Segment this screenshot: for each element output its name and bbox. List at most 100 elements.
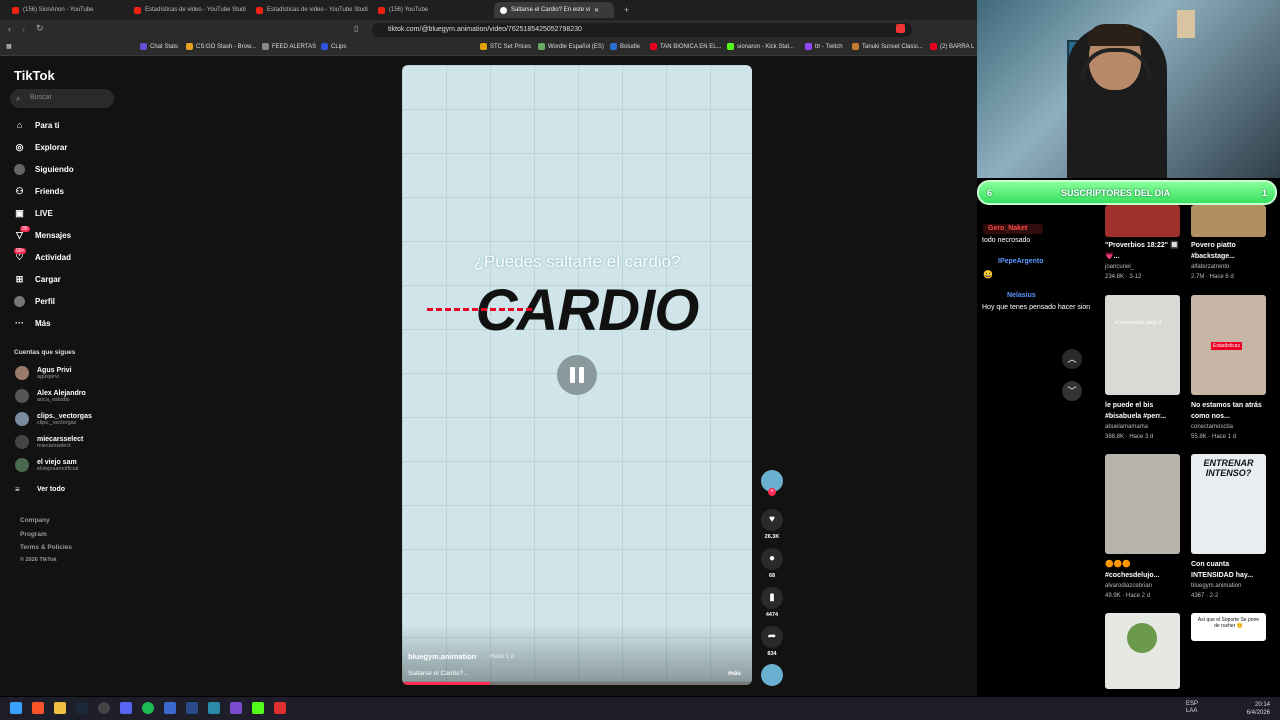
kick-icon[interactable] — [252, 702, 264, 714]
bookmark-item[interactable]: TAN BIONICA EN EL... — [650, 43, 722, 50]
like-button[interactable]: ♥ 26.3K — [760, 509, 784, 540]
bookmark-item[interactable]: sionaron - Kick Stat... — [727, 43, 794, 50]
tab-youtube[interactable]: (156) YouTube — [372, 2, 490, 18]
footer-company[interactable]: Company — [20, 517, 50, 524]
bookmark-item[interactable]: Tanuki Sunset Classi... — [852, 43, 923, 50]
nav-siguiendo[interactable]: Siguiendo — [14, 164, 74, 175]
close-tab-icon[interactable]: ✕ — [594, 7, 599, 14]
video-thumbnail[interactable] — [1105, 454, 1180, 554]
reload-icon[interactable]: ↻ — [36, 23, 44, 34]
clock[interactable]: 20:14 6/4/2026 — [1247, 701, 1270, 717]
followed-account[interactable]: clips._vectorgas clips._vectorgas — [15, 412, 92, 426]
sound-avatar[interactable] — [760, 664, 784, 686]
nav-live[interactable]: ▣ LIVE — [14, 208, 53, 219]
windows-start-icon[interactable] — [10, 702, 22, 714]
new-tab-button[interactable]: + — [618, 2, 632, 18]
app-icon[interactable] — [274, 702, 286, 714]
tab-studio-2[interactable]: Estadísticas de video - YouTube Studi — [250, 2, 368, 18]
tab-youtube-sionanon[interactable]: (156) SionAnon - YouTube — [6, 2, 124, 18]
save-button[interactable]: ▮ 4474 — [760, 587, 784, 618]
video-author[interactable]: bluegym.animation — [408, 652, 476, 661]
followed-account[interactable]: miecarsselect miecarsselect — [15, 435, 83, 449]
bookmark-label: CLips — [331, 43, 347, 50]
thumb-user[interactable]: joancuriel_ — [1105, 264, 1134, 270]
tab-tiktok-active[interactable]: Saltarse el Cardio? En este vi ✕ — [494, 2, 614, 18]
file-explorer-icon[interactable] — [54, 702, 66, 714]
app-icon[interactable] — [164, 702, 176, 714]
spotify-icon[interactable] — [142, 702, 154, 714]
scroll-up-button[interactable]: ︿ — [1062, 349, 1082, 369]
video-thumbnail[interactable]: ENTRENAR INTENSO? — [1191, 454, 1266, 554]
bookmark-icon[interactable]: ▯ — [354, 24, 358, 33]
following-icon — [14, 164, 25, 175]
app-icon[interactable] — [186, 702, 198, 714]
bookmark-item[interactable]: FEED ALERTAS — [262, 43, 316, 50]
follow-plus-icon[interactable]: + — [768, 488, 776, 496]
video-thumbnail[interactable]: el consentido parte 2 — [1105, 295, 1180, 395]
nav-perfil[interactable]: Perfil — [14, 296, 55, 307]
thumb-user[interactable]: conectamoscba — [1191, 424, 1233, 430]
thumb-user[interactable]: abuelamamama — [1105, 424, 1148, 430]
back-icon[interactable]: ‹ — [8, 24, 11, 34]
nav-cargar[interactable]: ⊞ Cargar — [14, 274, 61, 285]
followed-account[interactable]: Alex Alejandro aoca_estudio — [15, 389, 86, 403]
bookmark-item[interactable]: (2) BARRA L — [930, 43, 974, 50]
steam-icon[interactable] — [76, 702, 88, 714]
video-thumbnail[interactable]: Así que el Soporte Se pone de rusher 🤫 — [1191, 613, 1266, 641]
extension-icon[interactable] — [896, 24, 905, 33]
apps-icon[interactable]: ▦ — [6, 43, 12, 50]
creator-avatar[interactable]: + — [760, 470, 784, 496]
followed-account[interactable]: el viejo sam elviejosamofficial — [15, 458, 78, 472]
bookmark-item[interactable]: CS:GO Stash - Brow... — [186, 43, 256, 50]
followed-account[interactable]: Agus Privi aguspirvi — [15, 366, 72, 380]
obs-icon[interactable] — [98, 702, 110, 714]
caption-more-link[interactable]: más — [728, 670, 741, 677]
thumb-description[interactable]: 🟠🟠🟠 #cochesdelujo... — [1105, 559, 1185, 581]
footer-program[interactable]: Program — [20, 531, 47, 538]
search-input[interactable]: Buscar — [10, 89, 114, 108]
discord-icon[interactable] — [120, 702, 132, 714]
tab-studio-1[interactable]: Estadísticas de video - YouTube Studi — [128, 2, 246, 18]
comment-button[interactable]: ● 68 — [760, 548, 784, 579]
nav-mas[interactable]: ··· Más — [14, 318, 51, 329]
thumb-description[interactable]: No estamos tan atrás como nos... — [1191, 400, 1271, 422]
video-thumbnail[interactable]: Estadísticas — [1191, 295, 1266, 395]
brave-browser-icon[interactable] — [32, 702, 44, 714]
nav-friends[interactable]: ⚇ Friends — [14, 186, 63, 197]
share-button[interactable]: ➦ 834 — [760, 626, 784, 657]
nav-para-ti[interactable]: ⌂ Para ti — [14, 120, 60, 131]
thumb-description[interactable]: le puede el bis #bisabuela #perr... — [1105, 400, 1185, 422]
bookmark-item[interactable]: ttr - Twitch — [805, 43, 843, 50]
bookmark-item[interactable]: STC Set Prices — [480, 43, 531, 50]
thumb-user[interactable]: alvarodiazcebrian — [1105, 583, 1152, 589]
thumb-user[interactable]: alfaterzatrento — [1191, 264, 1229, 270]
thumb-description[interactable]: Povero piatto #backstage... — [1191, 240, 1271, 262]
account-name: clips._vectorgas — [37, 412, 92, 420]
tiktok-logo[interactable]: TikTok — [14, 68, 55, 83]
bookmark-item[interactable]: Boludle — [610, 43, 640, 50]
chevron-up-icon: ︿ — [1067, 354, 1077, 364]
pause-icon[interactable] — [557, 355, 597, 395]
footer-terms[interactable]: Terms & Policies — [20, 544, 72, 551]
language-indicator[interactable]: ESP LAA — [1186, 701, 1198, 715]
thumb-description[interactable]: "Proverbios 18:22" 🔲 💗... — [1105, 240, 1185, 262]
bookmark-item[interactable]: CLips — [321, 43, 346, 50]
video-thumbnail[interactable] — [1105, 205, 1180, 237]
scroll-down-button[interactable]: ﹀ — [1062, 381, 1082, 401]
url-field[interactable]: tiktok.com/@bluegym.animation/video/7625… — [372, 23, 912, 37]
video-player[interactable]: ¿Puedes saltarte el cardio? CARDIO blueg… — [402, 65, 752, 685]
video-progress-bar[interactable] — [402, 682, 752, 685]
see-all-link[interactable]: ≡ Ver todo — [15, 485, 65, 494]
app-icon[interactable] — [230, 702, 242, 714]
nav-explorar[interactable]: ◎ Explorar — [14, 142, 68, 153]
thumb-user[interactable]: bluegym.animation — [1191, 583, 1241, 589]
video-thumbnail[interactable] — [1191, 205, 1266, 237]
video-thumbnail[interactable] — [1105, 613, 1180, 689]
chat-message: todo necrosado — [982, 237, 1031, 244]
bookmark-item[interactable]: Chat Stats — [140, 43, 178, 50]
thumb-description[interactable]: Con cuanta INTENSIDAD hay... — [1191, 559, 1271, 581]
forward-icon[interactable]: › — [22, 24, 25, 34]
bookmark-item[interactable]: Wordle Español (ES) — [538, 43, 604, 50]
app-icon[interactable] — [208, 702, 220, 714]
share-count: 834 — [767, 651, 777, 657]
